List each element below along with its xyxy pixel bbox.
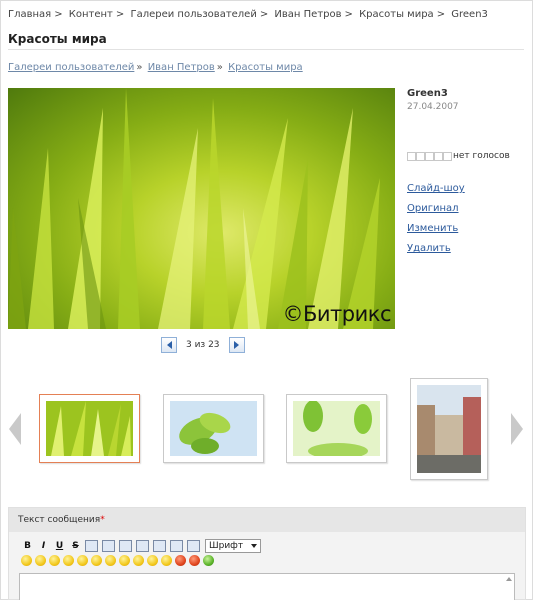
photo-name: Green3	[407, 88, 448, 99]
code-icon[interactable]	[102, 540, 115, 552]
surprised-icon[interactable]	[147, 555, 158, 566]
votes-text: нет голосов	[453, 151, 510, 161]
pager-count: 3 из 23	[186, 340, 220, 350]
font-select[interactable]: Шрифт	[205, 539, 261, 553]
edit-link[interactable]: Изменить	[407, 223, 458, 234]
arrow-right-icon	[234, 341, 240, 349]
scroll-up-icon[interactable]	[506, 577, 512, 581]
photo-watermark: ©Битрикс	[282, 302, 392, 326]
carousel-next-button[interactable]	[511, 413, 523, 445]
thumbnail[interactable]	[163, 394, 264, 463]
photo-date: 27.04.2007	[407, 102, 459, 112]
title-divider	[8, 49, 524, 50]
thumbnail-image	[293, 401, 380, 456]
neutral-icon[interactable]	[119, 555, 130, 566]
thumbnail-image	[170, 401, 257, 456]
delete-link[interactable]: Удалить	[407, 243, 451, 254]
breadcrumb-content[interactable]: Контент	[69, 9, 113, 20]
editor-toolbar: B I U S Шрифт	[21, 539, 261, 553]
breadcrumb-galleries[interactable]: Галереи пользователей	[130, 9, 256, 20]
message-label: Текст сообщения*	[18, 515, 105, 525]
sad-icon[interactable]	[77, 555, 88, 566]
thumbnail-image	[417, 385, 481, 473]
carousel-prev-button[interactable]	[9, 413, 21, 445]
breadcrumb-home[interactable]: Главная	[8, 9, 51, 20]
photo-pager: 3 из 23	[161, 337, 245, 353]
confused-icon[interactable]	[105, 555, 116, 566]
thumbnail-image	[46, 401, 133, 456]
path-link-user[interactable]: Иван Петров	[148, 62, 215, 73]
grass-image	[8, 88, 380, 329]
thumbnail-selected[interactable]	[39, 394, 140, 463]
exclamation-icon[interactable]	[189, 555, 200, 566]
chevron-down-icon	[251, 544, 257, 548]
path-link-galleries[interactable]: Галереи пользователей	[8, 62, 134, 73]
rating-star-icon[interactable]	[443, 151, 452, 161]
gallery-path: Галереи пользователей» Иван Петров» Крас…	[8, 62, 303, 73]
slideshow-link[interactable]: Слайд-шоу	[407, 183, 465, 194]
wink-icon[interactable]	[35, 555, 46, 566]
cry-icon[interactable]	[161, 555, 172, 566]
underline-button[interactable]: U	[53, 540, 66, 553]
question-icon[interactable]	[175, 555, 186, 566]
idea-icon[interactable]	[203, 555, 214, 566]
bold-button[interactable]: B	[21, 540, 34, 553]
next-photo-button[interactable]	[228, 337, 245, 353]
smiley-bar	[21, 555, 217, 566]
rating-star-icon[interactable]	[407, 151, 416, 161]
rating-star-icon[interactable]	[425, 151, 434, 161]
rating: нет голосов	[407, 151, 510, 161]
translit-icon[interactable]	[187, 540, 200, 552]
font-select-value: Шрифт	[209, 541, 244, 551]
breadcrumb-user[interactable]: Иван Петров	[274, 9, 341, 20]
prev-photo-button[interactable]	[161, 337, 177, 353]
main-photo[interactable]: ©Битрикс	[8, 88, 395, 329]
video-icon[interactable]	[136, 540, 149, 552]
grin-icon[interactable]	[49, 555, 60, 566]
thumbnail[interactable]	[410, 378, 488, 480]
cool-icon[interactable]	[63, 555, 74, 566]
breadcrumb-album[interactable]: Красоты мира	[359, 9, 434, 20]
italic-button[interactable]: I	[37, 540, 50, 553]
message-label-text: Текст сообщения	[18, 515, 101, 525]
arrow-left-icon	[166, 341, 172, 349]
breadcrumb-current: Green3	[451, 9, 488, 20]
original-link[interactable]: Оригинал	[407, 203, 459, 214]
path-link-album[interactable]: Красоты мира	[228, 62, 303, 73]
page-title: Красоты мира	[8, 32, 107, 46]
thumbnail[interactable]	[286, 394, 387, 463]
list-icon[interactable]	[153, 540, 166, 552]
breadcrumb: Главная > Контент > Галереи пользователей >…	[8, 9, 488, 20]
required-mark: *	[100, 515, 105, 525]
strike-button[interactable]: S	[69, 540, 82, 553]
rating-star-icon[interactable]	[434, 151, 443, 161]
message-textarea[interactable]	[19, 573, 515, 600]
comment-form: Текст сообщения* B I U S Шрифт	[8, 507, 526, 600]
rating-star-icon[interactable]	[416, 151, 425, 161]
smile-icon[interactable]	[21, 555, 32, 566]
image-icon[interactable]	[119, 540, 132, 552]
font-color-icon[interactable]	[170, 540, 183, 552]
quote-icon[interactable]	[85, 540, 98, 552]
tongue-icon[interactable]	[91, 555, 102, 566]
angry-icon[interactable]	[133, 555, 144, 566]
